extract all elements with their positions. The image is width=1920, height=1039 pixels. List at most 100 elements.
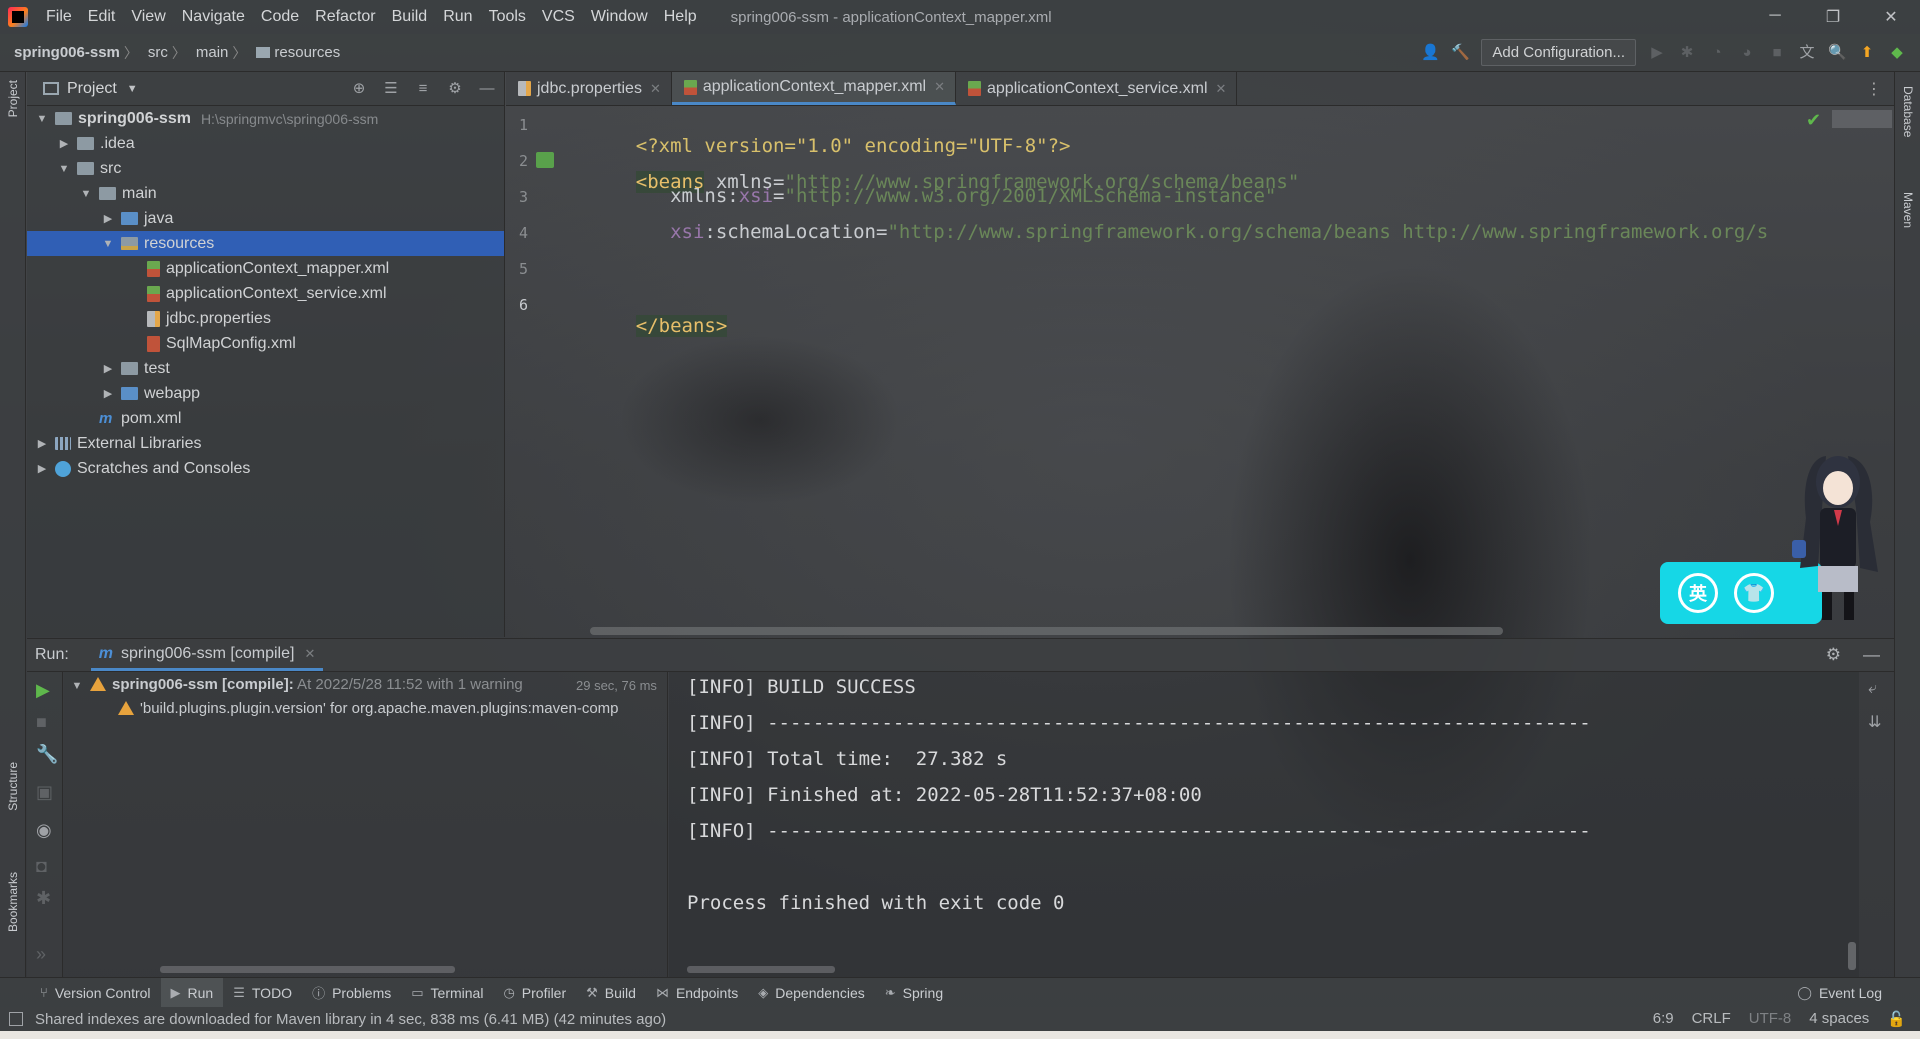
translate-icon[interactable]: 文: [1798, 44, 1816, 62]
chevron-right-icon[interactable]: ▶: [57, 137, 71, 150]
pin-icon[interactable]: ▣: [36, 782, 53, 803]
build-hammer-icon[interactable]: 🔨: [1451, 44, 1470, 62]
gear-icon[interactable]: ⚙: [446, 80, 464, 98]
tab-jdbc-properties[interactable]: jdbc.properties ✕: [506, 72, 672, 105]
gear-icon[interactable]: ⚙: [1826, 645, 1841, 665]
run-tree-root[interactable]: ▼ spring006-ssm [compile]: At 2022/5/28 1…: [70, 676, 523, 693]
tree-item-main[interactable]: ▼ main: [27, 181, 504, 206]
toolwindow-profiler[interactable]: ◷ Profiler: [493, 978, 576, 1007]
search-icon[interactable]: 🔍: [1828, 44, 1847, 62]
breadcrumb-resources[interactable]: resources: [246, 44, 344, 61]
maven-tool-tab[interactable]: Maven: [1901, 192, 1915, 228]
menu-window[interactable]: Window: [583, 8, 656, 26]
chevron-down-icon[interactable]: ▼: [35, 113, 49, 125]
close-icon[interactable]: ✕: [1216, 81, 1227, 97]
collapse-all-icon[interactable]: ≡: [414, 80, 432, 98]
chevron-right-icon[interactable]: ▶: [101, 387, 115, 400]
breadcrumb-main[interactable]: main: [186, 44, 233, 61]
soft-wrap-icon[interactable]: ⤶: [1868, 680, 1877, 698]
more-options-icon[interactable]: ⋮: [1854, 72, 1894, 105]
chevron-right-icon[interactable]: ▶: [101, 212, 115, 225]
menu-help[interactable]: Help: [656, 8, 705, 26]
breadcrumb-src[interactable]: src: [138, 44, 172, 61]
tree-item-webapp[interactable]: ▶ webapp: [27, 381, 504, 406]
hide-icon[interactable]: —: [478, 80, 496, 98]
structure-tool-tab[interactable]: Structure: [6, 762, 20, 811]
stop-icon[interactable]: ■: [36, 712, 47, 733]
chevron-right-icon[interactable]: ▶: [35, 437, 49, 450]
toolwindow-run[interactable]: ▶ Run: [160, 978, 224, 1007]
tree-item-service-xml[interactable]: applicationContext_service.xml: [27, 281, 504, 306]
toolwindow-problems[interactable]: ⓘ Problems: [302, 978, 401, 1007]
tree-item-resources[interactable]: ▼ resources: [27, 231, 504, 256]
tree-item-src[interactable]: ▼ src: [27, 156, 504, 181]
update-icon[interactable]: ⬆: [1858, 44, 1876, 62]
tab-applicationcontext-mapper[interactable]: applicationContext_mapper.xml ✕: [671, 72, 956, 105]
run-tab-compile[interactable]: m spring006-ssm [compile] ✕: [90, 639, 324, 671]
menu-edit[interactable]: Edit: [80, 8, 124, 26]
add-configuration-button[interactable]: Add Configuration...: [1481, 39, 1636, 66]
expand-all-icon[interactable]: ☰: [382, 80, 400, 98]
plugin-icon[interactable]: ◆: [1888, 44, 1906, 62]
more-icon[interactable]: »: [36, 944, 46, 965]
stop-icon[interactable]: ■: [1768, 44, 1786, 62]
menu-build[interactable]: Build: [384, 8, 436, 26]
tree-item-java[interactable]: ▶ java: [27, 206, 504, 231]
database-tool-tab[interactable]: Database: [1901, 86, 1915, 137]
user-icon[interactable]: 👤: [1421, 44, 1440, 62]
menu-code[interactable]: Code: [253, 8, 307, 26]
chevron-down-icon[interactable]: ▼: [127, 83, 138, 95]
tree-item-external-libraries[interactable]: ▶ External Libraries: [27, 431, 504, 456]
menu-tools[interactable]: Tools: [481, 8, 534, 26]
profile-icon[interactable]: ◕: [1738, 44, 1756, 62]
lock-icon[interactable]: 🔓: [1887, 1010, 1906, 1028]
chevron-down-icon[interactable]: ▼: [70, 680, 84, 692]
close-button[interactable]: ✕: [1862, 7, 1920, 27]
tree-item-mapper-xml[interactable]: applicationContext_mapper.xml: [27, 256, 504, 281]
console-horizontal-scrollbar[interactable]: [687, 966, 835, 973]
menu-file[interactable]: File: [38, 8, 80, 26]
tree-item-project-root[interactable]: ▼ spring006-ssm H:\springmvc\spring006-s…: [27, 106, 504, 131]
rerun-icon[interactable]: ▶: [36, 680, 50, 701]
status-message[interactable]: Shared indexes are downloaded for Maven …: [35, 1011, 666, 1028]
inspection-ok-icon[interactable]: ✔: [1806, 110, 1821, 131]
run-tree-scrollbar[interactable]: [160, 966, 455, 973]
spring-bean-gutter-icon[interactable]: [536, 152, 554, 168]
toolwindow-spring[interactable]: ❧ Spring: [875, 978, 953, 1007]
locate-icon[interactable]: ⊕: [350, 80, 368, 98]
menu-view[interactable]: View: [123, 8, 173, 26]
bookmarks-tool-tab[interactable]: Bookmarks: [6, 872, 20, 932]
chevron-right-icon[interactable]: ▶: [101, 362, 115, 375]
eye-icon[interactable]: ◉: [36, 820, 52, 841]
hide-icon[interactable]: —: [1863, 645, 1880, 665]
tree-item-jdbc-properties[interactable]: jdbc.properties: [27, 306, 504, 331]
skin-button[interactable]: 👕: [1734, 573, 1774, 613]
toolwindow-dependencies[interactable]: ◈ Dependencies: [748, 978, 875, 1007]
project-panel-title[interactable]: Project: [67, 80, 117, 98]
language-toggle-button[interactable]: 英: [1678, 573, 1718, 613]
coverage-icon[interactable]: ◔: [1708, 44, 1726, 62]
wrench-icon[interactable]: 🔧: [36, 744, 58, 765]
code-editor[interactable]: <?xml version="1.0" encoding="UTF-8"?> <…: [590, 106, 1830, 636]
close-icon[interactable]: ✕: [304, 646, 315, 662]
console-vertical-scrollbar[interactable]: [1848, 942, 1856, 970]
tree-item-scratches[interactable]: ▶ Scratches and Consoles: [27, 456, 504, 481]
menu-run[interactable]: Run: [435, 8, 480, 26]
toolwindow-endpoints[interactable]: ⋈ Endpoints: [646, 978, 748, 1007]
indent-setting[interactable]: 4 spaces: [1809, 1010, 1869, 1028]
close-icon[interactable]: ✕: [650, 81, 661, 97]
toggle-tool-windows-icon[interactable]: [9, 1012, 23, 1026]
tree-item-idea[interactable]: ▶ .idea: [27, 131, 504, 156]
settings-icon[interactable]: ✱: [36, 888, 51, 909]
minimize-button[interactable]: ─: [1746, 7, 1804, 27]
chevron-down-icon[interactable]: ▼: [101, 238, 115, 250]
toolwindow-event-log[interactable]: ◯ Event Log: [1787, 978, 1920, 1007]
restore-button[interactable]: ❐: [1804, 7, 1862, 27]
chevron-right-icon[interactable]: ▶: [35, 462, 49, 475]
run-console[interactable]: [INFO] BUILD SUCCESS [INFO] ------------…: [669, 672, 1859, 977]
run-icon[interactable]: ▶: [1648, 44, 1666, 62]
tree-item-pom[interactable]: m pom.xml: [27, 406, 504, 431]
toolwindow-terminal[interactable]: ▭ Terminal: [401, 978, 493, 1007]
close-icon[interactable]: ✕: [934, 79, 945, 95]
editor-horizontal-scrollbar[interactable]: [590, 627, 1503, 635]
